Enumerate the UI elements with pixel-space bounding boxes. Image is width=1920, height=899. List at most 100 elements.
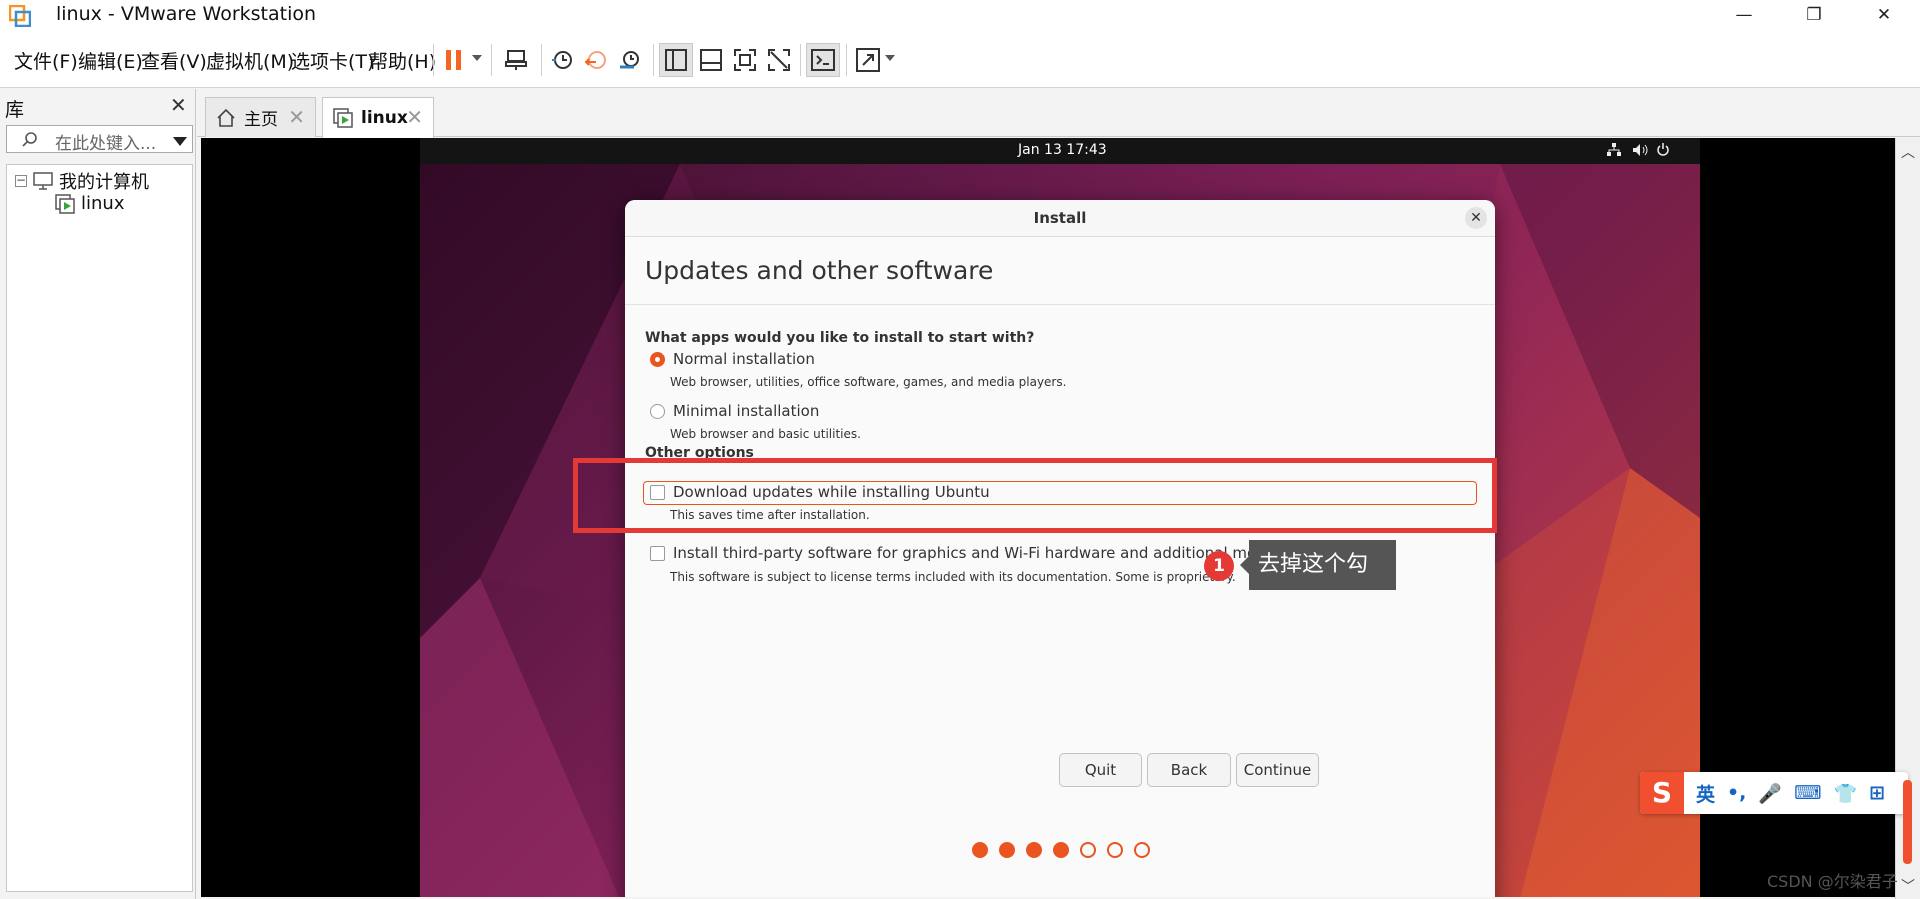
pause-icon[interactable] bbox=[437, 43, 471, 77]
stretch-dropdown-icon[interactable] bbox=[885, 55, 895, 61]
section-apps-title: What apps would you like to install to s… bbox=[645, 330, 1035, 346]
home-icon bbox=[217, 108, 235, 127]
menu-bar: 文件(F) 编辑(E) 查看(V) 虚拟机(M) 选项卡(T) 帮助(H) bbox=[0, 30, 1920, 88]
window-title: linux - VMware Workstation bbox=[56, 3, 317, 25]
tab-label: linux bbox=[361, 108, 408, 128]
progress-dot-empty bbox=[1134, 842, 1150, 858]
network-icon[interactable] bbox=[1607, 143, 1621, 161]
minimal-installation-radio[interactable]: Minimal installation bbox=[650, 402, 819, 420]
thumbnail-view-icon[interactable] bbox=[694, 43, 728, 77]
menu-file[interactable]: 文件(F) bbox=[14, 47, 78, 74]
unity-icon[interactable] bbox=[762, 43, 796, 77]
progress-dot-filled bbox=[1026, 842, 1042, 858]
title-bar: linux - VMware Workstation — ❐ ✕ bbox=[0, 0, 1920, 30]
library-view-icon[interactable] bbox=[659, 43, 693, 77]
checkbox-icon[interactable] bbox=[650, 545, 665, 561]
snapshot-manager-icon[interactable] bbox=[613, 43, 647, 77]
menu-tabs[interactable]: 选项卡(T) bbox=[291, 47, 374, 74]
stretch-icon[interactable] bbox=[851, 43, 885, 77]
library-tree: − 我的计算机 linux bbox=[6, 164, 193, 892]
toolbar-separator bbox=[541, 44, 542, 76]
normal-installation-radio[interactable]: Normal installation bbox=[650, 350, 815, 368]
power-icon[interactable] bbox=[1656, 143, 1670, 161]
install-dialog-close-button[interactable]: ✕ bbox=[1465, 207, 1487, 229]
ime-keyboard-icon[interactable]: ⌨ bbox=[1794, 782, 1821, 804]
divider bbox=[625, 304, 1495, 305]
fullscreen-icon[interactable] bbox=[728, 43, 762, 77]
tab-label: 主页 bbox=[244, 110, 278, 130]
send-ctrl-alt-del-icon[interactable] bbox=[499, 43, 533, 77]
tree-item-label: 我的计算机 bbox=[59, 172, 149, 193]
toolbar-separator bbox=[800, 44, 801, 76]
third-party-software-desc: This software is subject to license term… bbox=[670, 570, 1236, 584]
normal-installation-label: Normal installation bbox=[673, 350, 815, 368]
toolbar-separator bbox=[491, 44, 492, 76]
scroll-down-icon[interactable]: ﹀ bbox=[1901, 876, 1915, 896]
gnome-top-bar: Jan 13 17:43 bbox=[420, 138, 1700, 164]
search-dropdown-icon[interactable] bbox=[173, 137, 187, 146]
library-search-input[interactable]: 在此处键入... bbox=[6, 125, 193, 154]
clock[interactable]: Jan 13 17:43 bbox=[1018, 142, 1107, 158]
continue-button[interactable]: Continue bbox=[1236, 753, 1319, 787]
revert-snapshot-icon[interactable] bbox=[579, 43, 613, 77]
tab-bar: 主页 ✕ linux ✕ bbox=[197, 89, 1920, 138]
watermark: CSDN @尔染君子 bbox=[1767, 872, 1898, 891]
volume-icon[interactable] bbox=[1632, 143, 1648, 161]
restore-button[interactable]: ❐ bbox=[1779, 0, 1849, 30]
install-dialog-title: Install bbox=[625, 200, 1495, 237]
library-title: 库 bbox=[5, 99, 25, 121]
snapshot-icon[interactable] bbox=[545, 43, 579, 77]
page-heading: Updates and other software bbox=[645, 256, 994, 285]
tree-collapse-toggle[interactable]: − bbox=[15, 174, 27, 187]
ime-language-toggle[interactable]: 英 bbox=[1696, 780, 1715, 807]
ime-toolbar: S 英 •, 🎤 ⌨ 👕 ⊞ bbox=[1640, 772, 1908, 814]
tree-item-my-computer[interactable]: 我的计算机 bbox=[33, 168, 149, 194]
menu-edit[interactable]: 编辑(E) bbox=[78, 47, 143, 74]
third-party-software-checkbox[interactable]: Install third-party software for graphic… bbox=[650, 544, 1342, 562]
annotation-tooltip: 去掉这个勾 bbox=[1240, 540, 1396, 590]
computer-icon bbox=[33, 172, 53, 190]
toolbar-separator bbox=[846, 44, 847, 76]
menu-help[interactable]: 帮助(H) bbox=[369, 47, 436, 74]
search-placeholder: 在此处键入... bbox=[55, 134, 157, 154]
tab-linux[interactable]: linux ✕ bbox=[322, 97, 434, 138]
tree-item-linux[interactable]: linux bbox=[55, 193, 124, 214]
progress-dot-empty bbox=[1107, 842, 1123, 858]
scroll-up-icon[interactable]: ︿ bbox=[1901, 142, 1915, 162]
tab-close-icon[interactable]: ✕ bbox=[406, 105, 423, 129]
minimal-installation-label: Minimal installation bbox=[673, 402, 820, 420]
tree-item-label: linux bbox=[81, 193, 125, 214]
quit-button[interactable]: Quit bbox=[1059, 753, 1142, 787]
progress-dot-filled bbox=[1053, 842, 1069, 858]
vm-icon bbox=[333, 108, 353, 128]
console-icon[interactable] bbox=[806, 43, 840, 77]
back-button[interactable]: Back bbox=[1147, 753, 1231, 787]
progress-dot-filled bbox=[972, 842, 988, 858]
progress-dots bbox=[972, 842, 1150, 858]
minimize-button[interactable]: — bbox=[1709, 0, 1779, 30]
tab-close-icon[interactable]: ✕ bbox=[288, 105, 305, 129]
annotation-highlight-box bbox=[573, 458, 1497, 533]
close-button[interactable]: ✕ bbox=[1849, 0, 1919, 30]
minimal-installation-desc: Web browser and basic utilities. bbox=[670, 427, 861, 441]
sogou-logo-icon[interactable]: S bbox=[1640, 772, 1684, 814]
pause-dropdown-icon[interactable] bbox=[472, 55, 482, 61]
tab-home[interactable]: 主页 ✕ bbox=[205, 97, 316, 137]
ime-punctuation-icon[interactable]: •, bbox=[1727, 782, 1746, 804]
annotation-step-marker: 1 bbox=[1204, 551, 1234, 581]
progress-dot-empty bbox=[1080, 842, 1096, 858]
menu-view[interactable]: 查看(V) bbox=[141, 47, 207, 74]
progress-dot-filled bbox=[999, 842, 1015, 858]
vmware-logo-icon bbox=[9, 5, 31, 27]
toolbar-separator bbox=[653, 44, 654, 76]
ime-side-strip bbox=[1903, 780, 1912, 864]
ime-voice-icon[interactable]: 🎤 bbox=[1758, 782, 1782, 805]
normal-installation-desc: Web browser, utilities, office software,… bbox=[670, 375, 1067, 389]
radio-unselected-icon[interactable] bbox=[650, 403, 665, 419]
ime-skin-icon[interactable]: 👕 bbox=[1834, 782, 1858, 805]
ime-toolbox-icon[interactable]: ⊞ bbox=[1869, 782, 1885, 804]
menu-vm[interactable]: 虚拟机(M) bbox=[206, 47, 294, 74]
search-icon bbox=[22, 132, 37, 147]
radio-selected-icon[interactable] bbox=[650, 351, 665, 367]
library-close-button[interactable]: ✕ bbox=[170, 93, 187, 117]
